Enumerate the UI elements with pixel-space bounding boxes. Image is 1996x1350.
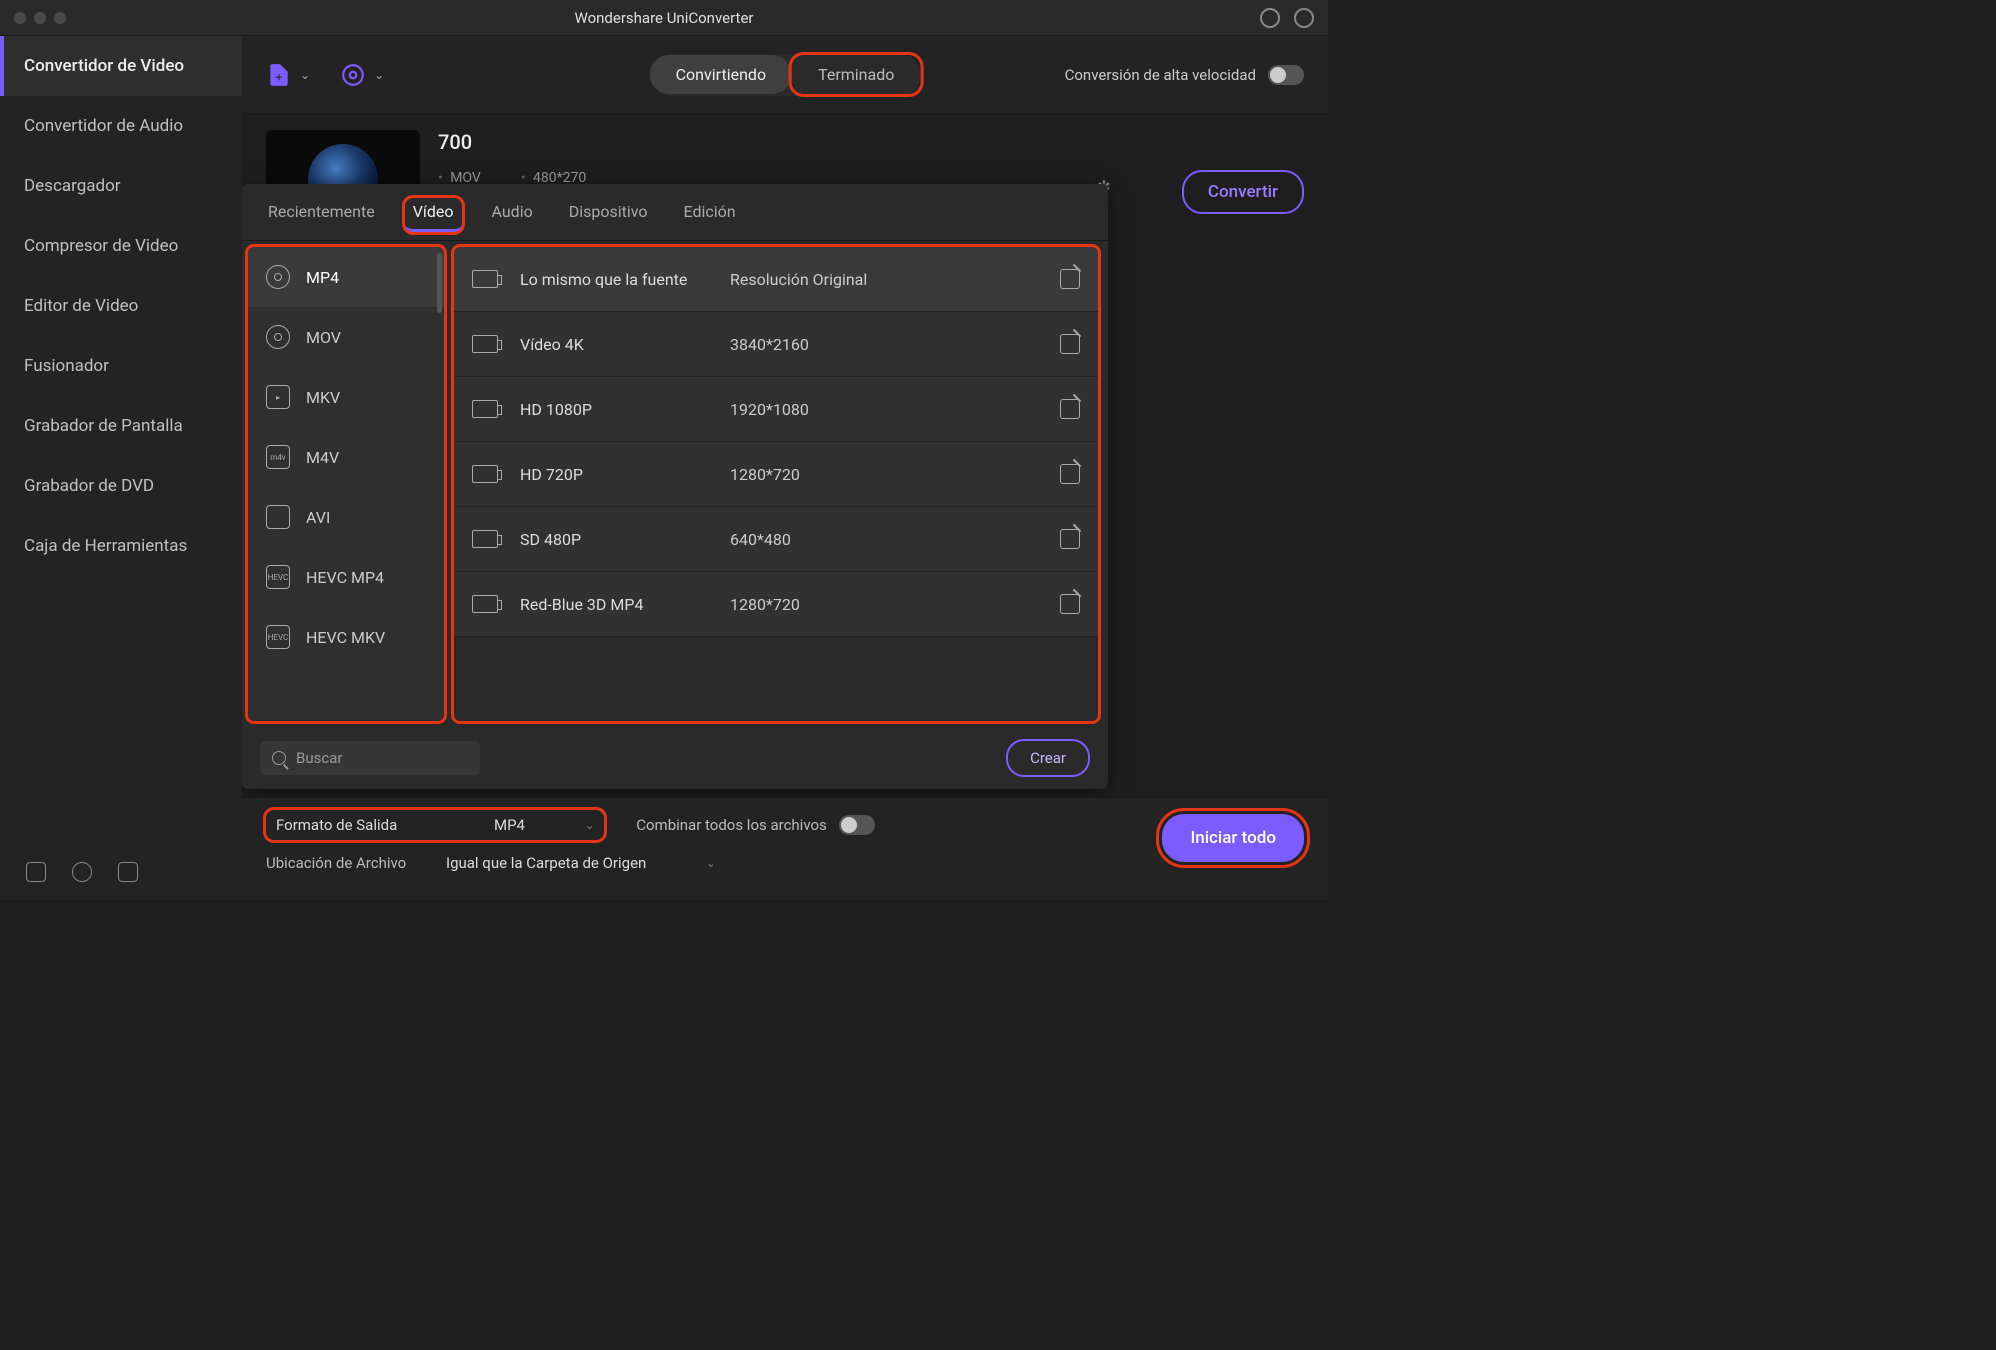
sidebar-item-merger[interactable]: Fusionador [0,336,242,396]
sidebar-item-video-converter[interactable]: Convertidor de Video [0,36,242,96]
resolution-3d[interactable]: Red-Blue 3D MP4 1280*720 [454,572,1098,637]
maximize-window[interactable] [54,12,66,24]
help-icon[interactable] [72,862,92,882]
sidebar-item-toolbox[interactable]: Caja de Herramientas [0,516,242,576]
add-file-dropdown[interactable]: ⌄ [300,68,310,82]
file-location-dropdown[interactable]: Igual que la Carpeta de Origen ⌄ [436,850,726,876]
output-format-dropdown[interactable]: Formato de Salida MP4 ⌄ [266,810,604,840]
output-format-value: MP4 [494,816,525,834]
add-file-icon[interactable] [266,62,292,88]
manual-icon[interactable] [26,862,46,882]
video-file-icon: m4v [266,445,290,469]
tab-finished[interactable]: Terminado [792,55,920,94]
sidebar-item-editor[interactable]: Editor de Video [0,276,242,336]
sidebar-item-dvd-burner[interactable]: Grabador de DVD [0,456,242,516]
camcorder-icon [472,270,498,288]
hevc-icon: HEVC [266,565,290,589]
resolution-same-as-source[interactable]: Lo mismo que la fuente Resolución Origin… [454,247,1098,312]
output-format-label: Formato de Salida [276,816,434,834]
add-disc-dropdown[interactable]: ⌄ [374,68,384,82]
resolution-list: Lo mismo que la fuente Resolución Origin… [454,247,1098,721]
disc-icon [266,325,290,349]
file-location-value: Igual que la Carpeta de Origen [446,854,646,872]
camcorder-icon [472,530,498,548]
format-list: MP4 MOV ▸MKV m4vM4V AVI HEVCHEVC MP4 HEV… [248,247,444,721]
start-all-button[interactable]: Iniciar todo [1162,814,1304,862]
app-title: Wondershare UniConverter [575,9,754,27]
merge-files-label: Combinar todos los archivos [636,816,827,834]
search-icon [272,751,286,765]
camcorder-icon [472,400,498,418]
format-mov[interactable]: MOV [248,307,444,367]
resolution-4k[interactable]: Vídeo 4K 3840*2160 [454,312,1098,377]
format-mp4[interactable]: MP4 [248,247,444,307]
scrollbar[interactable] [437,253,442,313]
sidebar-item-compressor[interactable]: Compresor de Video [0,216,242,276]
format-picker-popup: Recientemente Vídeo Audio Dispositivo Ed… [242,184,1108,789]
edit-preset-icon[interactable] [1060,334,1080,354]
resolution-720p[interactable]: HD 720P 1280*720 [454,442,1098,507]
camcorder-icon [472,335,498,353]
add-disc-icon[interactable] [340,62,366,88]
edit-preset-icon[interactable] [1060,269,1080,289]
video-filename: 700 [438,130,586,154]
file-location-label: Ubicación de Archivo [266,854,424,872]
community-icon[interactable] [118,862,138,882]
resolution-1080p[interactable]: HD 1080P 1920*1080 [454,377,1098,442]
fp-tab-editing[interactable]: Edición [678,198,742,232]
fp-tab-recent[interactable]: Recientemente [262,198,381,232]
close-window[interactable] [14,12,26,24]
chevron-down-icon: ⌄ [585,819,594,832]
sidebar-item-audio-converter[interactable]: Convertidor de Audio [0,96,242,156]
clapper-icon [266,505,290,529]
high-speed-label: Conversión de alta velocidad [1065,66,1256,84]
user-account-icon[interactable] [1260,8,1280,28]
tab-converting[interactable]: Convirtiendo [650,55,792,94]
camcorder-icon [472,595,498,613]
minimize-window[interactable] [34,12,46,24]
format-m4v[interactable]: m4vM4V [248,427,444,487]
hevc-icon: HEVC [266,625,290,649]
edit-preset-icon[interactable] [1060,464,1080,484]
camcorder-icon [472,465,498,483]
format-mkv[interactable]: ▸MKV [248,367,444,427]
sidebar-item-screen-recorder[interactable]: Grabador de Pantalla [0,396,242,456]
create-preset-button[interactable]: Crear [1006,739,1090,777]
convert-button[interactable]: Convertir [1182,170,1304,214]
edit-preset-icon[interactable] [1060,399,1080,419]
disc-icon [266,265,290,289]
fp-tab-audio[interactable]: Audio [486,198,539,232]
chevron-down-icon: ⌄ [706,857,715,870]
fp-tab-video[interactable]: Vídeo [405,198,462,232]
format-avi[interactable]: AVI [248,487,444,547]
fp-tab-device[interactable]: Dispositivo [563,198,654,232]
merge-files-toggle[interactable] [839,815,875,835]
messages-icon[interactable] [1294,8,1314,28]
format-hevc-mp4[interactable]: HEVCHEVC MP4 [248,547,444,607]
edit-preset-icon[interactable] [1060,529,1080,549]
sidebar-item-downloader[interactable]: Descargador [0,156,242,216]
format-hevc-mkv[interactable]: HEVCHEVC MKV [248,607,444,667]
search-input[interactable]: Buscar [260,741,480,775]
edit-preset-icon[interactable] [1060,594,1080,614]
video-file-icon: ▸ [266,385,290,409]
high-speed-toggle[interactable] [1268,65,1304,85]
resolution-480p[interactable]: SD 480P 640*480 [454,507,1098,572]
